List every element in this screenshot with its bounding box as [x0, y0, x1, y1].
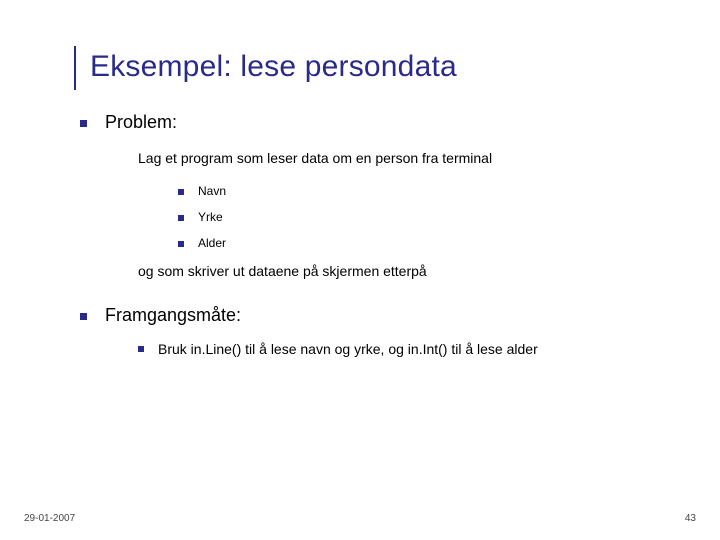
problem-intro: Lag et program som leser data om en pers… [138, 149, 680, 168]
list-item: Yrke [178, 210, 680, 224]
bullet-icon [178, 241, 184, 247]
problem-outro: og som skriver ut dataene på skjermen et… [138, 262, 680, 281]
bullet-icon [178, 189, 184, 195]
section-heading: Framgangsmåte: [105, 305, 241, 326]
list-item: Alder [178, 236, 680, 250]
item-label: Navn [198, 184, 226, 198]
slide-footer: 29-01-2007 43 [24, 513, 696, 524]
bullet-icon [80, 120, 87, 127]
item-label: Alder [198, 236, 226, 250]
bullet-icon [178, 215, 184, 221]
section-problem: Problem: [80, 112, 680, 133]
list-item: Bruk in.Line() til å lese navn og yrke, … [138, 340, 680, 359]
section-heading: Problem: [105, 112, 177, 133]
slide-content: Problem: Lag et program som leser data o… [80, 112, 680, 359]
footer-date: 29-01-2007 [24, 513, 75, 524]
slide-title: Eksempel: lese persondata [90, 50, 680, 84]
footer-page: 43 [685, 513, 696, 524]
bullet-icon [138, 346, 144, 352]
item-label: Bruk in.Line() til å lese navn og yrke, … [158, 340, 538, 359]
bullet-icon [80, 313, 87, 320]
slide: Eksempel: lese persondata Problem: Lag e… [0, 0, 720, 540]
item-label: Yrke [198, 210, 223, 224]
title-accent-line [74, 46, 76, 90]
list-item: Navn [178, 184, 680, 198]
section-approach: Framgangsmåte: [80, 305, 680, 326]
title-wrap: Eksempel: lese persondata [90, 50, 680, 84]
